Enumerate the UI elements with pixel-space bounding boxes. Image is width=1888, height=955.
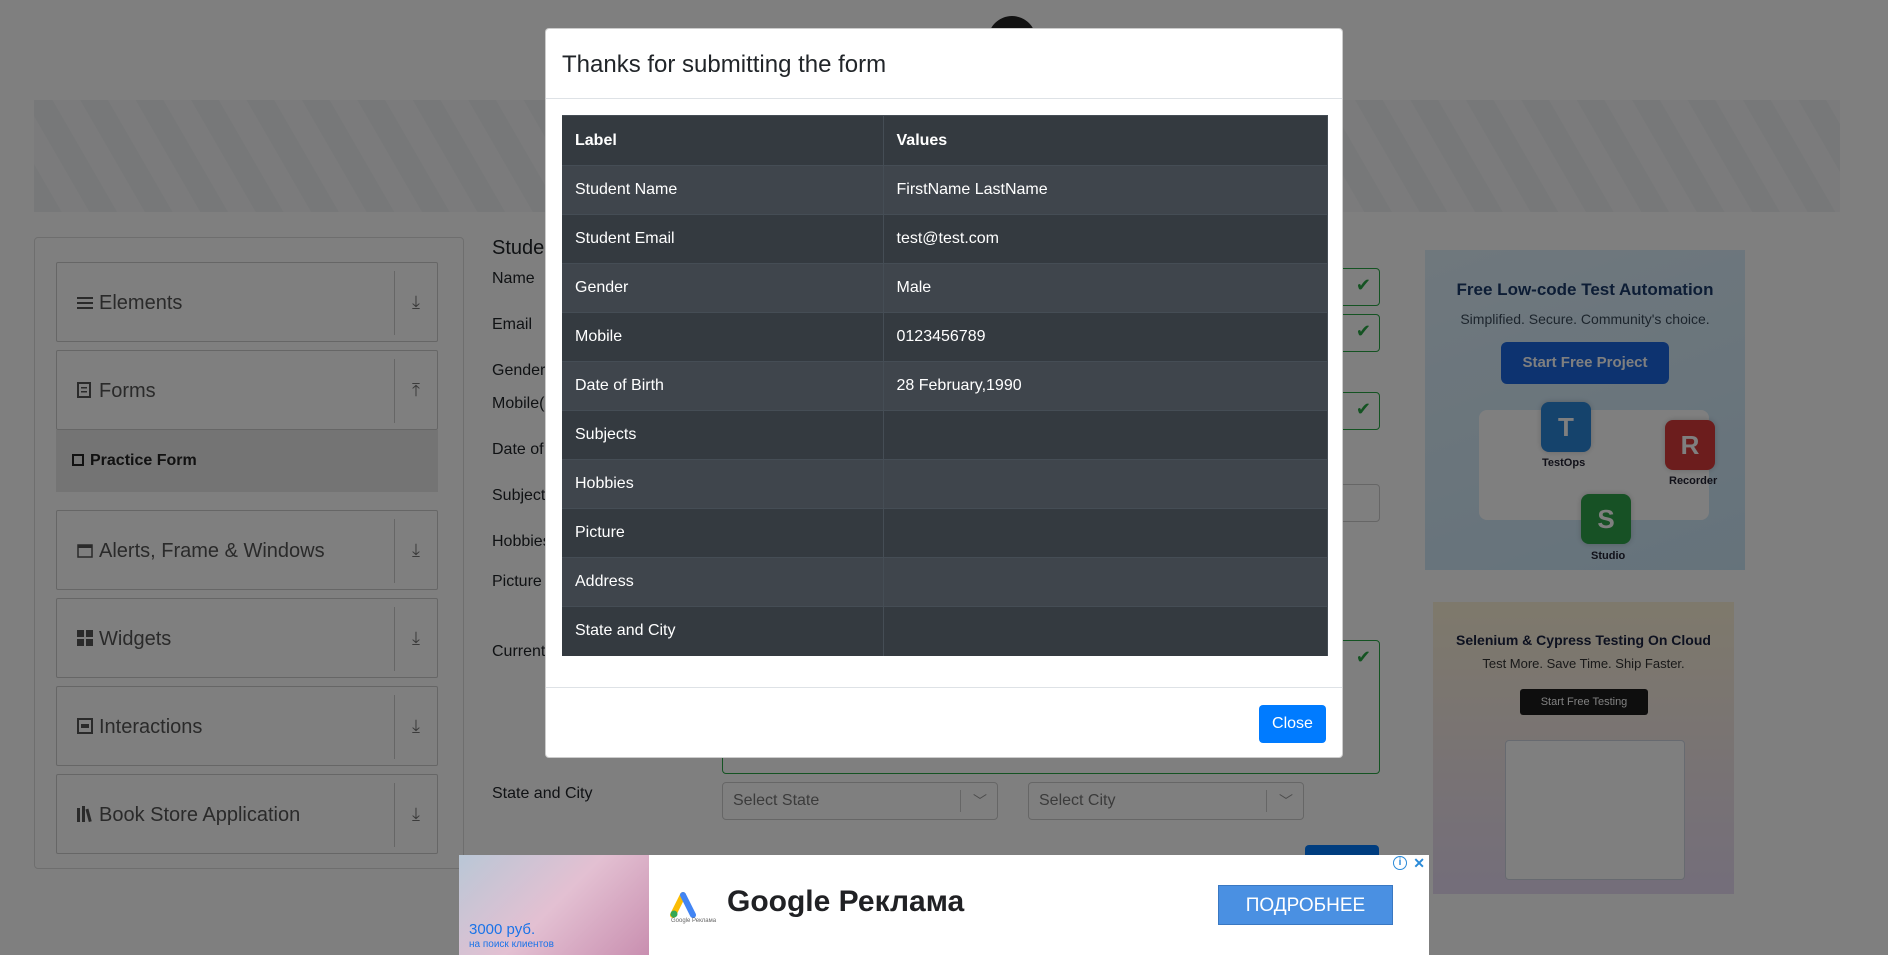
row-label: Mobile xyxy=(562,312,884,362)
row-value xyxy=(883,606,1328,656)
ad-cta-button[interactable]: ПОДРОБНЕЕ xyxy=(1218,885,1393,925)
table-row: Gender Male xyxy=(562,263,1328,313)
column-header-label: Label xyxy=(562,115,884,166)
modal-footer: Close xyxy=(546,687,1342,759)
column-header-values: Values xyxy=(883,115,1328,166)
ad-close-icon[interactable]: ✕ xyxy=(1413,855,1425,872)
row-label: Subjects xyxy=(562,410,884,460)
bottom-ad-banner[interactable]: 3000 руб. на поиск клиентов Google Рекла… xyxy=(459,855,1429,955)
table-row: Mobile 0123456789 xyxy=(562,312,1328,362)
submission-table: Label Values Student Name FirstName LastN… xyxy=(562,115,1328,656)
row-value: 0123456789 xyxy=(883,312,1328,362)
row-label: Gender xyxy=(562,263,884,313)
row-value: Male xyxy=(883,263,1328,313)
row-value xyxy=(883,410,1328,460)
row-label: State and City xyxy=(562,606,884,656)
row-value: FirstName LastName xyxy=(883,165,1328,215)
ad-headline: Google Реклама xyxy=(727,885,965,918)
row-label: Hobbies xyxy=(562,459,884,509)
row-label: Date of Birth xyxy=(562,361,884,411)
row-value xyxy=(883,508,1328,558)
row-value xyxy=(883,557,1328,607)
table-row: Hobbies xyxy=(562,459,1328,509)
row-value xyxy=(883,459,1328,509)
ad-info-icon[interactable]: i xyxy=(1393,856,1407,870)
modal-title: Thanks for submitting the form xyxy=(562,51,887,78)
ad-price: 3000 руб. xyxy=(469,921,536,938)
table-row: Picture xyxy=(562,508,1328,558)
table-row: Subjects xyxy=(562,410,1328,460)
table-row: Address xyxy=(562,557,1328,607)
ad-price-caption: на поиск клиентов xyxy=(469,939,554,950)
row-label: Picture xyxy=(562,508,884,558)
table-header-row: Label Values xyxy=(562,115,1328,166)
row-label: Address xyxy=(562,557,884,607)
close-button[interactable]: Close xyxy=(1259,705,1326,743)
submission-modal: Thanks for submitting the form Label Val… xyxy=(545,28,1343,758)
table-row: Student Name FirstName LastName xyxy=(562,165,1328,215)
row-value: test@test.com xyxy=(883,214,1328,264)
modal-header: Thanks for submitting the form xyxy=(546,29,1342,99)
table-row: Date of Birth 28 February,1990 xyxy=(562,361,1328,411)
table-row: State and City xyxy=(562,606,1328,656)
row-label: Student Email xyxy=(562,214,884,264)
row-label: Student Name xyxy=(562,165,884,215)
google-ads-logo-icon xyxy=(669,889,699,919)
google-ads-caption: Google Реклама xyxy=(671,918,717,924)
row-value: 28 February,1990 xyxy=(883,361,1328,411)
table-row: Student Email test@test.com xyxy=(562,214,1328,264)
